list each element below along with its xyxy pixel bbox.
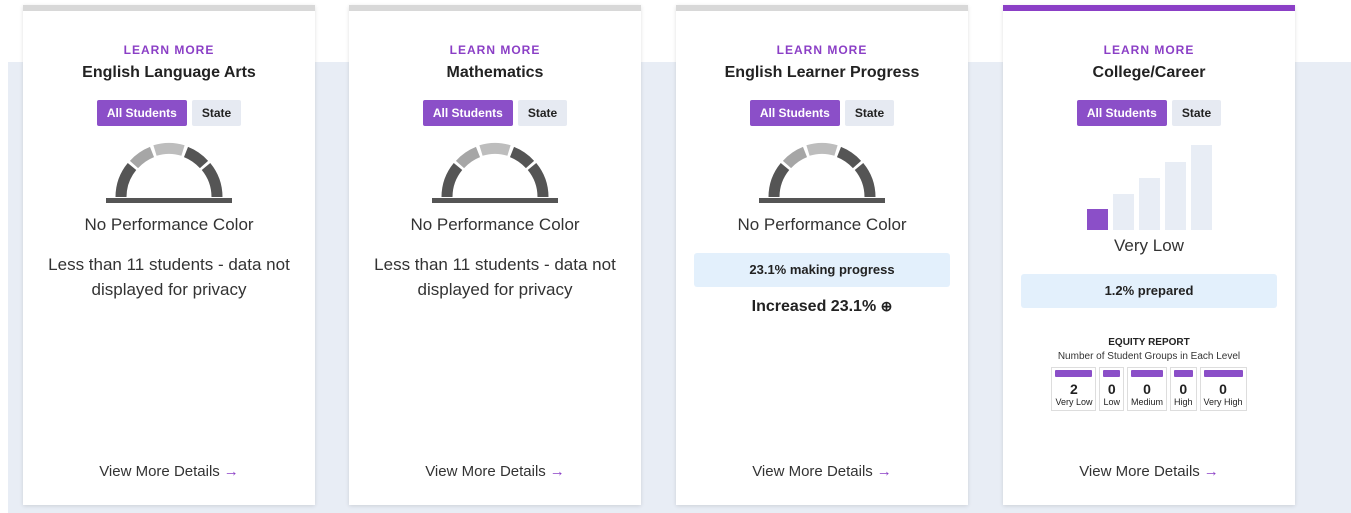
- arrow-right-icon: →: [549, 463, 565, 480]
- state-button[interactable]: State: [844, 100, 895, 126]
- level-bars-icon: [1003, 140, 1295, 230]
- up-circle-icon[interactable]: ⊕: [881, 298, 893, 314]
- equity-report-subtitle: Number of Student Groups in Each Level: [1057, 351, 1241, 362]
- state-button[interactable]: State: [191, 100, 242, 126]
- card-title: Mathematics: [446, 64, 544, 81]
- state-button[interactable]: State: [1171, 100, 1222, 126]
- equity-level: 0 Very High: [1199, 367, 1247, 411]
- card-title: English Language Arts: [82, 64, 256, 81]
- student-toggle: All Students State: [1003, 100, 1295, 126]
- equity-levels: 2 Very Low 0 Low 0 Medium 0 High 0 Very High: [1003, 367, 1295, 411]
- details-label: View More Details: [425, 463, 546, 480]
- equity-label: High: [1174, 397, 1193, 407]
- learn-more-link[interactable]: LEARN MORE: [349, 43, 641, 57]
- all-students-button[interactable]: All Students: [422, 100, 513, 126]
- gauge-icon: [432, 142, 558, 203]
- equity-level: 2 Very Low: [1051, 367, 1097, 411]
- details-label: View More Details: [1079, 463, 1200, 480]
- details-label: View More Details: [752, 463, 873, 480]
- arrow-right-icon: →: [1203, 463, 1219, 480]
- gauge-icon: [106, 142, 232, 203]
- equity-count: 0: [1219, 381, 1227, 397]
- equity-count: 0: [1179, 381, 1188, 397]
- student-toggle: All Students State: [676, 100, 968, 126]
- card-english-learner-progress: LEARN MORE English Learner Progress All …: [676, 5, 968, 505]
- performance-color-label: No Performance Color: [737, 215, 907, 234]
- view-more-details-link[interactable]: View More Details →: [349, 463, 641, 480]
- equity-count: 2: [1070, 381, 1078, 397]
- all-students-button[interactable]: All Students: [96, 100, 187, 126]
- performance-color-label: No Performance Color: [410, 215, 580, 234]
- change-label: Increased 23.1%: [751, 298, 877, 315]
- arrow-right-icon: →: [876, 463, 892, 480]
- level-bar: [1112, 194, 1134, 230]
- privacy-note: Less than 11 students - data not display…: [48, 255, 290, 299]
- gauge-icon: [759, 142, 885, 203]
- student-toggle: All Students State: [349, 100, 641, 126]
- view-more-details-link[interactable]: View More Details →: [1003, 463, 1295, 480]
- equity-count: 0: [1107, 381, 1116, 397]
- learn-more-link[interactable]: LEARN MORE: [23, 43, 315, 57]
- student-toggle: All Students State: [23, 100, 315, 126]
- card-mathematics: LEARN MORE Mathematics All Students Stat…: [349, 5, 641, 505]
- view-more-details-link[interactable]: View More Details →: [23, 463, 315, 480]
- learn-more-link[interactable]: LEARN MORE: [1003, 43, 1295, 57]
- privacy-note: Less than 11 students - data not display…: [374, 255, 616, 299]
- state-button[interactable]: State: [517, 100, 568, 126]
- performance-color-label: No Performance Color: [84, 215, 254, 234]
- details-label: View More Details: [99, 463, 220, 480]
- equity-label: Low: [1103, 397, 1120, 407]
- equity-count: 0: [1143, 381, 1151, 397]
- change-indicator: Increased 23.1% ⊕: [676, 298, 968, 316]
- prepared-stat: 1.2% prepared: [1021, 274, 1277, 308]
- progress-stat: 23.1% making progress: [694, 253, 950, 287]
- all-students-button[interactable]: All Students: [1076, 100, 1167, 126]
- level-bar: [1190, 145, 1212, 230]
- level-label: Very Low: [1114, 236, 1184, 255]
- equity-level: 0 Medium: [1126, 367, 1167, 411]
- equity-level: 0 High: [1170, 367, 1197, 411]
- equity-label: Medium: [1130, 397, 1163, 407]
- card-title: English Learner Progress: [724, 64, 920, 81]
- level-bar: [1164, 162, 1186, 230]
- all-students-button[interactable]: All Students: [749, 100, 840, 126]
- level-bar: [1138, 178, 1160, 230]
- equity-label: Very Low: [1055, 397, 1093, 407]
- learn-more-link[interactable]: LEARN MORE: [676, 43, 968, 57]
- equity-level: 0 Low: [1099, 367, 1124, 411]
- card-english-language-arts: LEARN MORE English Language Arts All Stu…: [23, 5, 315, 505]
- card-college-career: LEARN MORE College/Career All Students S…: [1003, 5, 1295, 505]
- equity-report-title: EQUITY REPORT: [1108, 337, 1190, 348]
- view-more-details-link[interactable]: View More Details →: [676, 463, 968, 480]
- equity-label: Very High: [1203, 397, 1243, 407]
- level-bar: [1086, 209, 1108, 230]
- arrow-right-icon: →: [223, 463, 239, 480]
- card-title: College/Career: [1092, 64, 1206, 81]
